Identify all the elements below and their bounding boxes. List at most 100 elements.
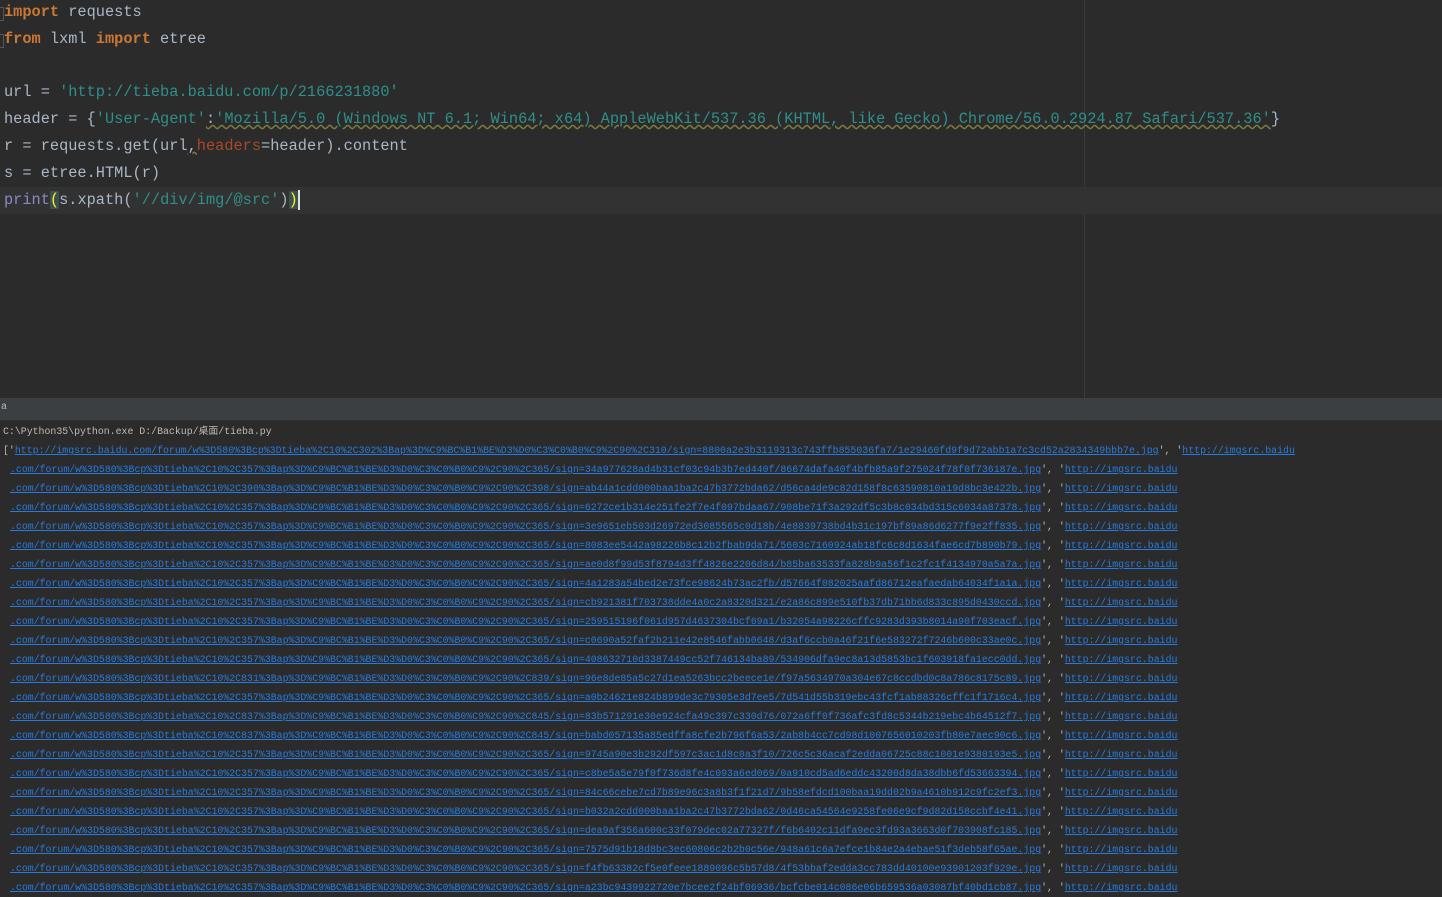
run-console[interactable]: C:\Python35\python.exe D:/Backup/桌面/tieb…: [0, 421, 1442, 897]
output-line: .com/forum/w%3D580%3Bcp%3Dtieba%2C10%2C3…: [10, 859, 1177, 878]
output-line: ['http://imgsrc.baidu.com/forum/w%3D580%…: [3, 441, 1295, 460]
code-text: s = etree.HTML(r): [4, 164, 161, 182]
output-link[interactable]: http://imgsrc.baidu: [1065, 521, 1178, 532]
output-line: .com/forum/w%3D580%3Bcp%3Dtieba%2C10%2C3…: [10, 650, 1177, 669]
output-text: ', ': [1041, 692, 1065, 703]
output-link[interactable]: http://imgsrc.baidu: [1065, 654, 1178, 665]
output-link[interactable]: .com/forum/w%3D580%3Bcp%3Dtieba%2C10%2C3…: [10, 635, 1041, 646]
output-link[interactable]: http://imgsrc.baidu: [1065, 825, 1178, 836]
output-link[interactable]: .com/forum/w%3D580%3Bcp%3Dtieba%2C10%2C3…: [10, 559, 1041, 570]
output-link[interactable]: http://imgsrc.baidu: [1065, 749, 1178, 760]
output-link[interactable]: .com/forum/w%3D580%3Bcp%3Dtieba%2C10%2C3…: [10, 692, 1041, 703]
code-line-1[interactable]: import requests: [4, 0, 142, 26]
output-link[interactable]: http://imgsrc.baidu: [1065, 863, 1178, 874]
output-link[interactable]: http://imgsrc.baidu: [1065, 844, 1178, 855]
output-text: ', ': [1041, 635, 1065, 646]
output-line: .com/forum/w%3D580%3Bcp%3Dtieba%2C10%2C8…: [10, 726, 1177, 745]
string-literal: 'Mozilla/5.0 (Windows NT 6.1; Win64; x64…: [215, 110, 1271, 128]
output-line: .com/forum/w%3D580%3Bcp%3Dtieba%2C10%2C3…: [10, 878, 1177, 897]
output-link[interactable]: .com/forum/w%3D580%3Bcp%3Dtieba%2C10%2C3…: [10, 540, 1041, 551]
code-line-2[interactable]: from lxml import etree: [4, 26, 206, 53]
output-link[interactable]: http://imgsrc.baidu.com/forum/w%3D580%3B…: [15, 445, 1159, 456]
matched-paren: (: [49, 191, 60, 209]
code-line-5[interactable]: header = {'User-Agent':'Mozilla/5.0 (Win…: [4, 106, 1280, 133]
output-link[interactable]: .com/forum/w%3D580%3Bcp%3Dtieba%2C10%2C3…: [10, 597, 1041, 608]
output-link[interactable]: http://imgsrc.baidu: [1065, 483, 1178, 494]
output-text: ', ': [1041, 825, 1065, 836]
output-text: ', ': [1041, 559, 1065, 570]
run-panel-header[interactable]: a: [0, 398, 1442, 421]
output-link[interactable]: .com/forum/w%3D580%3Bcp%3Dtieba%2C10%2C3…: [10, 502, 1041, 513]
output-link[interactable]: .com/forum/w%3D580%3Bcp%3Dtieba%2C10%2C3…: [10, 578, 1041, 589]
output-link[interactable]: http://imgsrc.baidu: [1065, 502, 1178, 513]
output-link[interactable]: .com/forum/w%3D580%3Bcp%3Dtieba%2C10%2C3…: [10, 616, 1041, 627]
output-line: .com/forum/w%3D580%3Bcp%3Dtieba%2C10%2C3…: [10, 555, 1177, 574]
output-link[interactable]: http://imgsrc.baidu: [1065, 540, 1178, 551]
output-text: ', ': [1041, 806, 1065, 817]
output-link[interactable]: http://imgsrc.baidu: [1065, 616, 1178, 627]
code-line-7[interactable]: s = etree.HTML(r): [4, 160, 160, 187]
output-link[interactable]: http://imgsrc.baidu: [1065, 806, 1178, 817]
output-line: .com/forum/w%3D580%3Bcp%3Dtieba%2C10%2C3…: [10, 479, 1177, 498]
output-line: .com/forum/w%3D580%3Bcp%3Dtieba%2C10%2C8…: [10, 707, 1177, 726]
code-line-8[interactable]: print(s.xpath('//div/img/@src')): [4, 187, 300, 214]
output-text: ', ': [1041, 597, 1065, 608]
output-link[interactable]: http://imgsrc.baidu: [1065, 597, 1178, 608]
output-text: ', ': [1041, 521, 1065, 532]
output-link[interactable]: .com/forum/w%3D580%3Bcp%3Dtieba%2C10%2C3…: [10, 844, 1041, 855]
output-link[interactable]: http://imgsrc.baidu: [1065, 730, 1178, 741]
output-line: .com/forum/w%3D580%3Bcp%3Dtieba%2C10%2C3…: [10, 764, 1177, 783]
builtin-function: print: [4, 191, 50, 209]
string-literal: 'http://tieba.baidu.com/p/2166231880': [59, 83, 399, 101]
code-editor[interactable]: import requests from lxml import etree u…: [0, 0, 1442, 398]
output-line: .com/forum/w%3D580%3Bcp%3Dtieba%2C10%2C3…: [10, 745, 1177, 764]
output-link[interactable]: .com/forum/w%3D580%3Bcp%3Dtieba%2C10%2C3…: [10, 749, 1041, 760]
output-link[interactable]: .com/forum/w%3D580%3Bcp%3Dtieba%2C10%2C3…: [10, 825, 1041, 836]
output-link[interactable]: http://imgsrc.baidu: [1065, 692, 1178, 703]
code-text: url =: [4, 83, 60, 101]
output-link[interactable]: .com/forum/w%3D580%3Bcp%3Dtieba%2C10%2C3…: [10, 483, 1041, 494]
output-link[interactable]: .com/forum/w%3D580%3Bcp%3Dtieba%2C10%2C8…: [10, 673, 1041, 684]
output-line: .com/forum/w%3D580%3Bcp%3Dtieba%2C10%2C3…: [10, 536, 1177, 555]
output-link[interactable]: http://imgsrc.baidu: [1065, 711, 1178, 722]
run-tab-label[interactable]: a: [1, 402, 7, 413]
code-line-4[interactable]: url = 'http://tieba.baidu.com/p/21662318…: [4, 79, 399, 106]
output-text: ', ': [1041, 673, 1065, 684]
output-link[interactable]: .com/forum/w%3D580%3Bcp%3Dtieba%2C10%2C8…: [10, 730, 1041, 741]
output-link[interactable]: .com/forum/w%3D580%3Bcp%3Dtieba%2C10%2C3…: [10, 654, 1041, 665]
code-text: ): [279, 191, 289, 209]
output-text: ', ': [1041, 464, 1065, 475]
output-text: ', ': [1158, 445, 1183, 456]
output-link[interactable]: http://imgsrc.baidu: [1065, 635, 1178, 646]
output-link[interactable]: .com/forum/w%3D580%3Bcp%3Dtieba%2C10%2C3…: [10, 768, 1041, 779]
code-text: }: [1270, 110, 1280, 128]
output-text: ', ': [1041, 502, 1065, 513]
code-line-6[interactable]: r = requests.get(url,headers=header).con…: [4, 133, 408, 160]
output-link[interactable]: http://imgsrc.baidu: [1065, 673, 1178, 684]
output-link[interactable]: .com/forum/w%3D580%3Bcp%3Dtieba%2C10%2C3…: [10, 464, 1041, 475]
matched-paren: ): [288, 191, 298, 209]
output-text: ', ': [1041, 787, 1065, 798]
output-text: [': [3, 445, 15, 456]
output-link[interactable]: .com/forum/w%3D580%3Bcp%3Dtieba%2C10%2C8…: [10, 711, 1041, 722]
output-link[interactable]: .com/forum/w%3D580%3Bcp%3Dtieba%2C10%2C3…: [10, 882, 1041, 893]
output-line: .com/forum/w%3D580%3Bcp%3Dtieba%2C10%2C3…: [10, 574, 1177, 593]
output-link[interactable]: http://imgsrc.baidu: [1065, 882, 1178, 893]
output-link[interactable]: .com/forum/w%3D580%3Bcp%3Dtieba%2C10%2C3…: [10, 863, 1041, 874]
output-text: ', ': [1041, 654, 1065, 665]
string-literal: 'User-Agent': [95, 110, 206, 128]
output-text: ', ': [1041, 730, 1065, 741]
output-link[interactable]: http://imgsrc.baidu: [1182, 445, 1295, 456]
output-link[interactable]: http://imgsrc.baidu: [1065, 768, 1178, 779]
output-link[interactable]: http://imgsrc.baidu: [1065, 787, 1178, 798]
text-caret: [297, 189, 300, 210]
output-line: .com/forum/w%3D580%3Bcp%3Dtieba%2C10%2C8…: [10, 669, 1177, 688]
code-text: r = requests.get(url: [4, 137, 188, 155]
output-link[interactable]: .com/forum/w%3D580%3Bcp%3Dtieba%2C10%2C3…: [10, 806, 1041, 817]
output-link[interactable]: .com/forum/w%3D580%3Bcp%3Dtieba%2C10%2C3…: [10, 521, 1041, 532]
output-line: .com/forum/w%3D580%3Bcp%3Dtieba%2C10%2C3…: [10, 517, 1177, 536]
output-link[interactable]: .com/forum/w%3D580%3Bcp%3Dtieba%2C10%2C3…: [10, 787, 1041, 798]
output-link[interactable]: http://imgsrc.baidu: [1065, 559, 1178, 570]
output-link[interactable]: http://imgsrc.baidu: [1065, 464, 1178, 475]
output-link[interactable]: http://imgsrc.baidu: [1065, 578, 1178, 589]
